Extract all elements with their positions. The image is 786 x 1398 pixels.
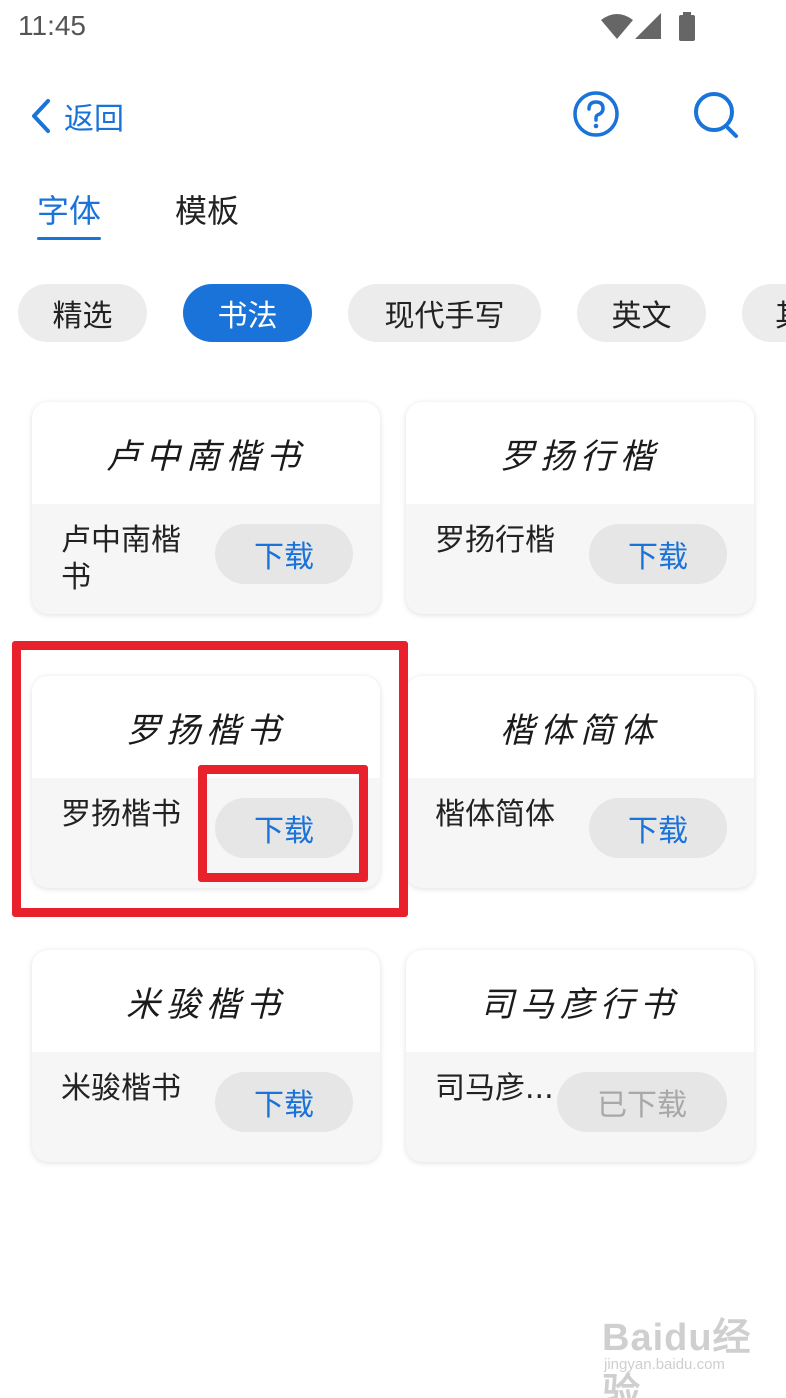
category-chips: 精选 书法 现代手写 英文 其 (0, 284, 786, 346)
chip-modern-handwriting[interactable]: 现代手写 (348, 284, 541, 342)
help-button[interactable] (572, 90, 620, 138)
chevron-left-icon (32, 99, 50, 133)
chip-english[interactable]: 英文 (577, 284, 706, 342)
chip-featured[interactable]: 精选 (18, 284, 147, 342)
font-preview-text: 罗扬行楷 (500, 436, 660, 477)
header: 返回 (0, 80, 786, 152)
font-preview: 罗扬楷书 (32, 676, 380, 778)
font-preview: 卢中南楷书 (32, 402, 380, 504)
battery-icon (679, 12, 695, 41)
font-preview-text: 罗扬楷书 (126, 710, 286, 751)
chip-calligraphy[interactable]: 书法 (183, 284, 312, 342)
search-button[interactable] (692, 90, 742, 140)
back-button[interactable]: 返回 (30, 94, 124, 138)
font-preview-text: 司马彦行书 (480, 984, 680, 1025)
tab-bar: 字体 模板 (0, 180, 786, 250)
font-preview: 楷体简体 (406, 676, 754, 778)
download-button[interactable]: 下载 (589, 798, 727, 858)
font-name: 楷体简体 (435, 797, 555, 832)
download-button[interactable]: 下载 (215, 524, 353, 584)
font-card[interactable]: 罗扬楷书 罗扬楷书 下载 (32, 676, 380, 888)
downloaded-button: 已下载 (557, 1072, 727, 1132)
active-tab-indicator (37, 237, 101, 240)
font-name: 米骏楷书 (61, 1071, 181, 1106)
watermark: Baidu经验 jingyan.baidu.com (602, 1306, 752, 1398)
font-preview-text: 卢中南楷书 (106, 436, 306, 477)
help-icon (573, 91, 619, 137)
font-preview-text: 楷体简体 (500, 710, 660, 751)
download-button[interactable]: 下载 (589, 524, 727, 584)
font-name: 罗扬楷书 (61, 797, 181, 832)
font-name: 罗扬行楷 (435, 523, 555, 558)
font-card[interactable]: 司马彦行书 司马彦... 已下载 (406, 950, 754, 1162)
chip-other[interactable]: 其 (742, 284, 786, 342)
font-name: 卢中南楷书 (61, 523, 181, 595)
font-card[interactable]: 米骏楷书 米骏楷书 下载 (32, 950, 380, 1162)
font-preview-text: 米骏楷书 (126, 984, 286, 1025)
wifi-icon (601, 14, 633, 39)
font-preview: 司马彦行书 (406, 950, 754, 1052)
watermark-url: jingyan.baidu.com (604, 1356, 725, 1373)
tab-templates[interactable]: 模板 (175, 186, 239, 232)
status-bar: 11:45 (0, 0, 786, 56)
status-time: 11:45 (18, 10, 86, 41)
tab-fonts[interactable]: 字体 (37, 186, 101, 232)
font-card[interactable]: 罗扬行楷 罗扬行楷 下载 (406, 402, 754, 614)
download-button[interactable]: 下载 (215, 798, 353, 858)
font-card[interactable]: 楷体简体 楷体简体 下载 (406, 676, 754, 888)
cellular-signal-icon (635, 13, 661, 39)
back-label: 返回 (64, 102, 124, 137)
font-preview: 罗扬行楷 (406, 402, 754, 504)
font-card[interactable]: 卢中南楷书 卢中南楷书 下载 (32, 402, 380, 614)
watermark-logo: Baidu经验 (602, 1317, 752, 1398)
font-name: 司马彦... (435, 1071, 554, 1106)
download-button[interactable]: 下载 (215, 1072, 353, 1132)
search-icon (694, 92, 738, 138)
font-preview: 米骏楷书 (32, 950, 380, 1052)
